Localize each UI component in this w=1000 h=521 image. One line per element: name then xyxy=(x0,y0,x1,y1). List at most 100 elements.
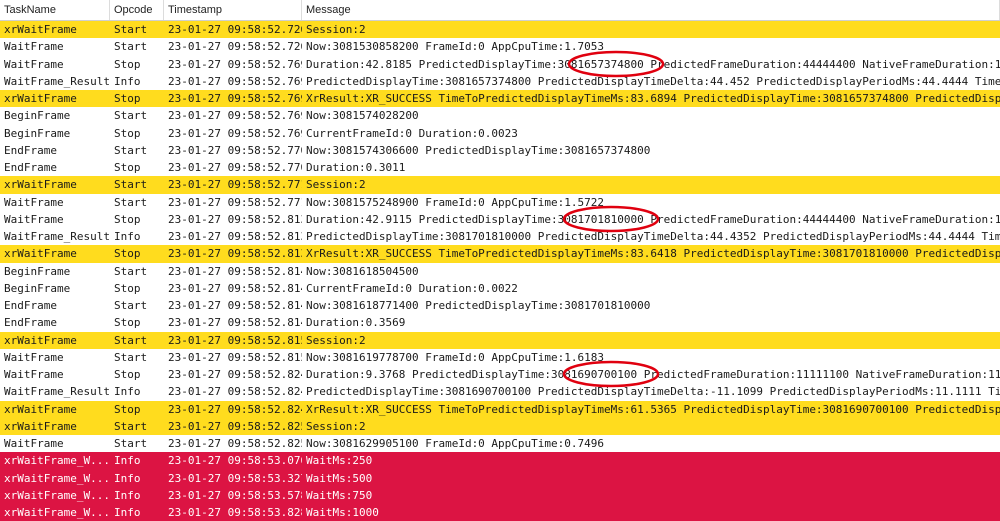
cell-timestamp: 23-01-27 09:58:52.813962 xyxy=(168,212,302,226)
cell-taskname: BeginFrame xyxy=(4,126,71,140)
table-row[interactable]: EndFrame Stop 23-01-27 09:58:52.770408 Dura… xyxy=(0,159,1000,176)
cell-taskname: BeginFrame xyxy=(4,281,71,295)
cell-message: PredictedDisplayTime:3081657374800 Predi… xyxy=(306,74,1000,88)
table-row[interactable]: WaitFrame Stop 23-01-27 09:58:52.769479 Dur… xyxy=(0,56,1000,73)
table-row[interactable]: EndFrame Stop 23-01-27 09:58:52.814929 Dura… xyxy=(0,314,1000,331)
cell-taskname: xrWaitFrame xyxy=(4,333,77,347)
table-row[interactable]: WaitFrame_Result Info 23-01-27 09:58:52.82… xyxy=(0,383,1000,400)
cell-opcode: Info xyxy=(114,74,141,88)
table-row[interactable]: xrWaitFrame_W... Info 23-01-27 09:58:53.57… xyxy=(0,486,1000,504)
cell-opcode: Stop xyxy=(114,281,141,295)
cell-timestamp: 23-01-27 09:58:52.770408 xyxy=(168,161,302,174)
cell-message: Now:3081618771400 PredictedDisplayTime:3… xyxy=(306,299,651,312)
cell-timestamp: 23-01-27 09:58:52.769479 xyxy=(168,57,302,71)
cell-timestamp: 23-01-27 09:58:52.769485 xyxy=(168,92,302,105)
cell-opcode: Info xyxy=(114,471,141,485)
cell-opcode: Info xyxy=(114,230,141,243)
cell-taskname: EndFrame xyxy=(4,299,57,312)
cell-message: Duration:9.3768 PredictedDisplayTime:308… xyxy=(306,368,1000,381)
cell-opcode: Info xyxy=(114,506,141,519)
cell-message: WaitMs:1000 xyxy=(306,506,379,519)
table-row[interactable]: WaitFrame_Result Info 23-01-27 09:58:52.76… xyxy=(0,73,1000,90)
cell-message: WaitMs:750 xyxy=(306,488,373,502)
cell-message: WaitMs:500 xyxy=(306,471,373,485)
cell-opcode: Info xyxy=(114,385,141,399)
table-row[interactable]: BeginFrame Stop 23-01-27 09:58:52.814307 Cu… xyxy=(0,280,1000,297)
cell-message: Session:2 xyxy=(306,23,366,36)
table-row[interactable]: EndFrame Start 23-01-27 09:58:52.814572 Now… xyxy=(0,297,1000,314)
cell-opcode: Info xyxy=(114,454,141,468)
cell-opcode: Stop xyxy=(114,316,141,330)
cell-message: Session:2 xyxy=(306,333,366,347)
table-row[interactable]: xrWaitFrame Start 23-01-27 09:58:52.771045… xyxy=(0,176,1000,194)
table-row[interactable]: WaitFrame Start 23-01-27 09:58:52.815580 No… xyxy=(0,349,1000,366)
table-row[interactable]: WaitFrame Stop 23-01-27 09:58:52.813962 Dur… xyxy=(0,211,1000,228)
table-row[interactable]: xrWaitFrame Stop 23-01-27 09:58:52.824964 X… xyxy=(0,400,1000,418)
cell-opcode: Start xyxy=(114,23,148,36)
cell-timestamp: 23-01-27 09:58:52.769483 xyxy=(168,74,302,88)
table-row[interactable]: EndFrame Start 23-01-27 09:58:52.770107 Now… xyxy=(0,142,1000,159)
cell-taskname: xrWaitFrame xyxy=(4,247,77,261)
table-row[interactable]: xrWaitFrame_W... Info 23-01-27 09:58:53.07… xyxy=(0,452,1000,470)
cell-taskname: WaitFrame xyxy=(4,40,64,54)
cell-timestamp: 23-01-27 09:58:52.825706 xyxy=(168,437,302,450)
cell-opcode: Start xyxy=(114,109,148,123)
table-row[interactable]: xrWaitFrame_W... Info 23-01-27 09:58:53.82… xyxy=(0,504,1000,521)
cell-taskname: WaitFrame xyxy=(4,437,64,450)
cell-message: PredictedDisplayTime:3081690700100 Predi… xyxy=(306,385,1000,399)
cell-taskname: EndFrame xyxy=(4,161,57,174)
table-row[interactable]: xrWaitFrame Start 23-01-27 09:58:52.726655… xyxy=(0,21,1000,39)
cell-taskname: xrWaitFrame_W... xyxy=(4,488,110,502)
cell-opcode: Start xyxy=(114,437,148,450)
cell-timestamp: 23-01-27 09:58:52.813969 xyxy=(168,247,302,261)
cell-message: CurrentFrameId:0 Duration:0.0023 xyxy=(306,126,518,140)
event-log-table: TaskName Opcode Timestamp Message xrWait… xyxy=(0,0,1000,521)
cell-taskname: WaitFrame_Result xyxy=(4,74,110,88)
cell-message: Duration:42.8185 PredictedDisplayTime:30… xyxy=(306,57,1000,71)
table-row[interactable]: xrWaitFrame_W... Info 23-01-27 09:58:53.32… xyxy=(0,469,1000,487)
cell-taskname: WaitFrame xyxy=(4,350,64,364)
cell-taskname: BeginFrame xyxy=(4,264,71,278)
cell-timestamp: 23-01-27 09:58:53.828532 xyxy=(168,506,302,519)
cell-timestamp: 23-01-27 09:58:52.815575 xyxy=(168,333,302,347)
table-header: TaskName Opcode Timestamp Message xyxy=(0,0,1000,21)
cell-taskname: xrWaitFrame_W... xyxy=(4,454,110,468)
cell-message: Session:2 xyxy=(306,419,366,433)
cell-opcode: Start xyxy=(114,333,148,347)
cell-message: Now:3081618504500 xyxy=(306,264,419,278)
column-header-timestamp[interactable]: Timestamp xyxy=(164,0,302,20)
table-row[interactable]: WaitFrame Start 23-01-27 09:58:52.825706 No… xyxy=(0,435,1000,452)
cell-opcode: Start xyxy=(114,195,148,209)
column-header-opcode[interactable]: Opcode xyxy=(110,0,164,20)
cell-taskname: WaitFrame_Result xyxy=(4,385,110,399)
table-row[interactable]: BeginFrame Start 23-01-27 09:58:52.814305 N… xyxy=(0,263,1000,280)
cell-message: XrResult:XR_SUCCESS TimeToPredictedDispl… xyxy=(306,247,1000,261)
table-row[interactable]: WaitFrame Start 23-01-27 09:58:52.726660 No… xyxy=(0,38,1000,55)
cell-timestamp: 23-01-27 09:58:52.825702 xyxy=(168,419,302,433)
table-row[interactable]: xrWaitFrame Stop 23-01-27 09:58:52.769485 X… xyxy=(0,90,1000,108)
cell-timestamp: 23-01-27 09:58:52.824958 xyxy=(168,368,302,381)
cell-message: Now:3081629905100 FrameId:0 AppCpuTime:0… xyxy=(306,437,605,450)
cell-timestamp: 23-01-27 09:58:52.815580 xyxy=(168,350,302,364)
cell-timestamp: 23-01-27 09:58:52.814929 xyxy=(168,316,302,330)
cell-timestamp: 23-01-27 09:58:53.327527 xyxy=(168,471,302,485)
cell-timestamp: 23-01-27 09:58:52.824964 xyxy=(168,402,302,416)
table-row[interactable]: WaitFrame Stop 23-01-27 09:58:52.824958 Dur… xyxy=(0,366,1000,383)
table-row[interactable]: WaitFrame Start 23-01-27 09:58:52.771050 No… xyxy=(0,194,1000,211)
cell-taskname: WaitFrame xyxy=(4,212,64,226)
table-row[interactable]: BeginFrame Start 23-01-27 09:58:52.769829 N… xyxy=(0,107,1000,124)
table-row[interactable]: xrWaitFrame Stop 23-01-27 09:58:52.813969 X… xyxy=(0,245,1000,263)
cell-taskname: xrWaitFrame xyxy=(4,402,77,416)
table-row[interactable]: WaitFrame_Result Info 23-01-27 09:58:52.81… xyxy=(0,228,1000,245)
cell-taskname: xrWaitFrame xyxy=(4,178,77,192)
table-row[interactable]: BeginFrame Stop 23-01-27 09:58:52.769831 Cu… xyxy=(0,125,1000,142)
cell-message: Session:2 xyxy=(306,178,366,192)
column-header-taskname[interactable]: TaskName xyxy=(0,0,110,20)
cell-message: PredictedDisplayTime:3081701810000 Predi… xyxy=(306,230,1000,243)
cell-timestamp: 23-01-27 09:58:52.726660 xyxy=(168,40,302,54)
column-header-message[interactable]: Message xyxy=(302,0,1000,20)
table-row[interactable]: xrWaitFrame Start 23-01-27 09:58:52.815575… xyxy=(0,331,1000,349)
cell-message: XrResult:XR_SUCCESS TimeToPredictedDispl… xyxy=(306,402,1000,416)
cell-message: Now:3081574306600 PredictedDisplayTime:3… xyxy=(306,143,651,157)
table-row[interactable]: xrWaitFrame Start 23-01-27 09:58:52.825702… xyxy=(0,417,1000,435)
